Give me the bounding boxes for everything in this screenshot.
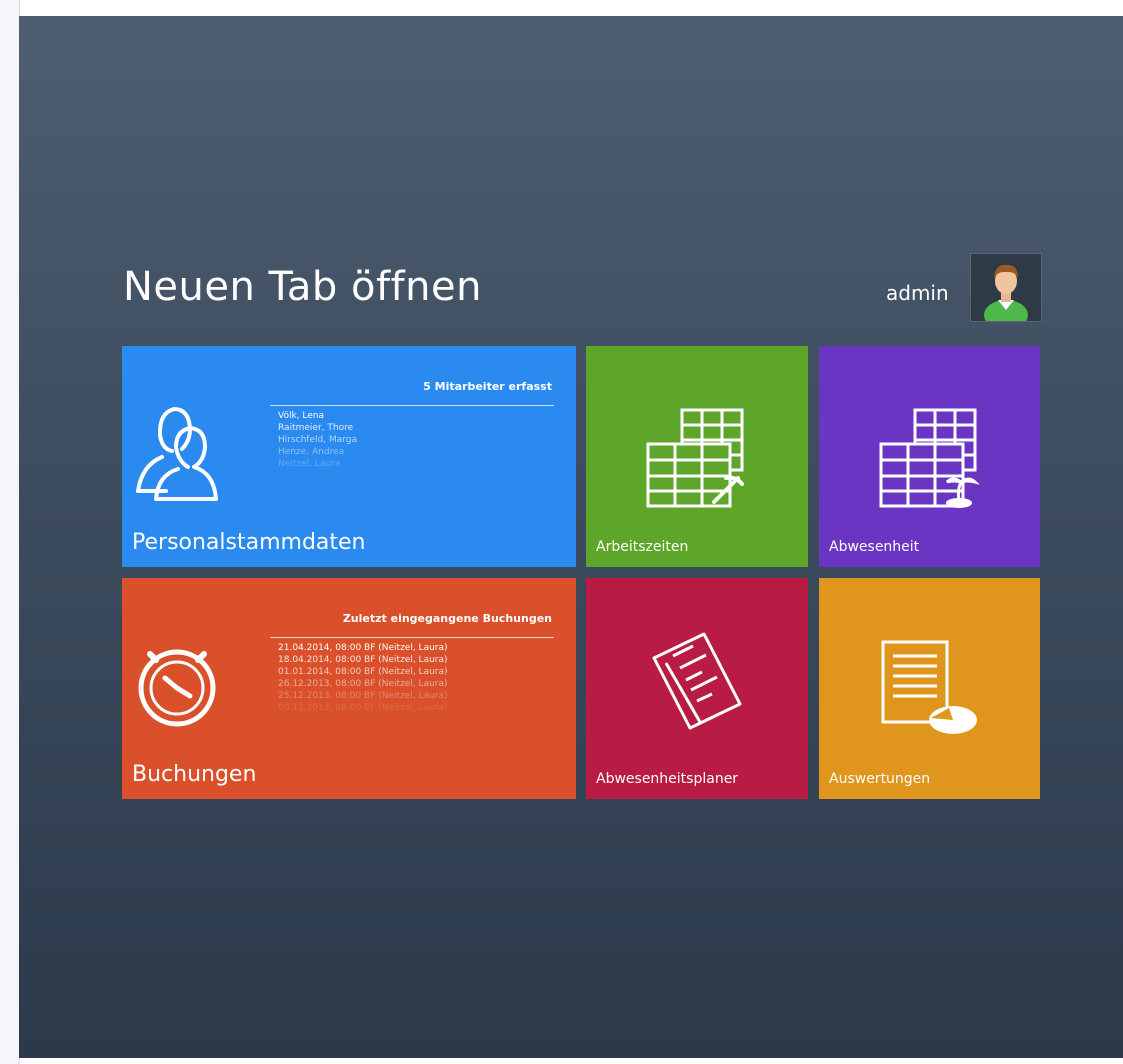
list-item[interactable]: Hirschfeld, Marga bbox=[278, 434, 357, 446]
window-left-edge bbox=[0, 0, 20, 1064]
table-palm-icon bbox=[879, 408, 980, 508]
booking-list: 21.04.2014, 08:00 BF (Neitzel, Laura) 18… bbox=[278, 642, 448, 714]
user-name[interactable]: admin bbox=[886, 281, 949, 305]
employee-list: Völk, Lena Raitmeier, Thore Hirschfeld, … bbox=[278, 410, 357, 470]
list-item[interactable]: Henze, Andrea bbox=[278, 446, 357, 458]
tile-auswertungen[interactable]: Auswertungen bbox=[819, 578, 1040, 799]
list-item[interactable]: Völk, Lena bbox=[278, 410, 357, 422]
list-item[interactable]: Raitmeier, Thore bbox=[278, 422, 357, 434]
list-item[interactable]: 18.04.2014, 08:00 BF (Neitzel, Laura) bbox=[278, 654, 448, 666]
buchungen-panel-title: Zuletzt eingegangene Buchungen bbox=[342, 612, 552, 625]
divider bbox=[270, 637, 554, 638]
tile-label: Buchungen bbox=[132, 762, 257, 787]
tile-label: Abwesenheit bbox=[829, 539, 920, 555]
tile-label: Auswertungen bbox=[829, 771, 931, 787]
people-icon bbox=[136, 407, 218, 501]
user-avatar-icon[interactable] bbox=[970, 253, 1042, 330]
tile-abwesenheit[interactable]: Abwesenheit bbox=[819, 346, 1040, 567]
tile-buchungen[interactable]: Zuletzt eingegangene Buchungen 21.04.201… bbox=[122, 578, 576, 799]
table-pick-icon bbox=[646, 408, 744, 508]
page-title: Neuen Tab öffnen bbox=[123, 264, 482, 310]
tile-abwesenheitsplaner[interactable]: Abwesenheitsplaner bbox=[586, 578, 808, 799]
stopwatch-icon bbox=[138, 649, 216, 727]
list-item[interactable]: 09.11.2013, 08:00 BF (Neitzel, Laura) bbox=[278, 702, 448, 714]
divider bbox=[270, 405, 554, 406]
personal-panel-title: 5 Mitarbeiter erfasst bbox=[423, 380, 552, 393]
list-item[interactable]: 01.01.2014, 08:00 BF (Neitzel, Laura) bbox=[278, 666, 448, 678]
planner-icon bbox=[652, 632, 742, 730]
tile-label: Abwesenheitsplaner bbox=[596, 771, 739, 787]
report-chart-icon bbox=[881, 640, 977, 734]
tile-label: Personalstammdaten bbox=[132, 530, 366, 555]
list-item[interactable]: Neitzel, Laura bbox=[278, 458, 357, 470]
list-item[interactable]: 25.12.2013, 08:00 BF (Neitzel, Laura) bbox=[278, 690, 448, 702]
tile-personalstammdaten[interactable]: 5 Mitarbeiter erfasst Völk, Lena Raitmei… bbox=[122, 346, 576, 567]
tile-arbeitszeiten[interactable]: Arbeitszeiten bbox=[586, 346, 808, 567]
tile-label: Arbeitszeiten bbox=[596, 539, 689, 555]
list-item[interactable]: 26.12.2013, 08:00 BF (Neitzel, Laura) bbox=[278, 678, 448, 690]
list-item[interactable]: 21.04.2014, 08:00 BF (Neitzel, Laura) bbox=[278, 642, 448, 654]
